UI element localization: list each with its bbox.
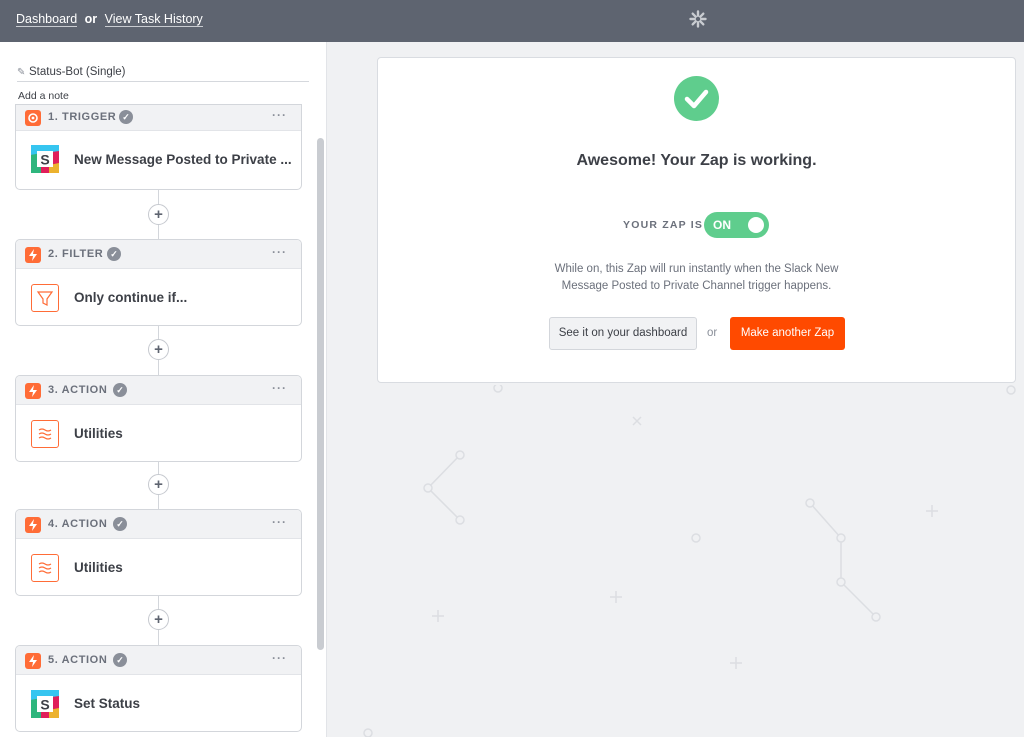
- pencil-icon: ✎: [17, 67, 26, 78]
- add-note-link[interactable]: Add a note: [18, 90, 69, 102]
- zap-on-toggle[interactable]: ON: [704, 212, 769, 238]
- or-text: or: [707, 327, 718, 339]
- zapier-logo-icon[interactable]: [689, 10, 707, 28]
- step-body: S New Message Posted to Private ...: [16, 131, 301, 189]
- add-step-button[interactable]: +: [148, 339, 169, 360]
- step-body: Utilities: [16, 405, 301, 461]
- add-step-button[interactable]: +: [148, 474, 169, 495]
- check-icon: ✓: [113, 383, 127, 397]
- step-title: Set Status: [74, 696, 141, 711]
- check-icon: ✓: [113, 653, 127, 667]
- add-step-button[interactable]: +: [148, 609, 169, 630]
- svg-text:S: S: [40, 152, 49, 168]
- zap-status-label: YOUR ZAP IS: [623, 219, 704, 231]
- step-header: 5. ACTION ✓ ···: [16, 646, 301, 675]
- add-step-button[interactable]: +: [148, 204, 169, 225]
- step-header: 2. FILTER ✓ ···: [16, 240, 301, 269]
- trigger-icon: [25, 110, 41, 126]
- step-card-action-3[interactable]: 3. ACTION ✓ ··· Utilities: [15, 375, 302, 462]
- more-options-icon[interactable]: ···: [272, 515, 287, 529]
- check-icon: ✓: [113, 517, 127, 531]
- bolt-icon: [25, 653, 41, 669]
- check-icon: ✓: [107, 247, 121, 261]
- see-dashboard-button[interactable]: See it on your dashboard: [549, 317, 697, 350]
- bolt-icon: [25, 383, 41, 399]
- step-body: Utilities: [16, 539, 301, 595]
- view-task-history-link[interactable]: View Task History: [104, 12, 203, 27]
- top-nav: Dashboard or View Task History: [16, 12, 203, 27]
- bolt-icon: [25, 247, 41, 263]
- step-header: 3. ACTION ✓ ···: [16, 376, 301, 405]
- step-title: Utilities: [74, 560, 123, 575]
- step-label: 2. FILTER: [48, 248, 104, 260]
- bolt-icon: [25, 517, 41, 533]
- step-card-action-4[interactable]: 4. ACTION ✓ ··· Utilities: [15, 509, 302, 596]
- step-title: New Message Posted to Private ...: [74, 152, 292, 167]
- zap-name: Status-Bot (Single): [29, 66, 126, 78]
- step-card-action-5[interactable]: 5. ACTION ✓ ··· S Set Status: [15, 645, 302, 732]
- toggle-knob: [748, 217, 764, 233]
- more-options-icon[interactable]: ···: [272, 651, 287, 665]
- zap-name-field[interactable]: ✎ Status-Bot (Single): [17, 66, 309, 82]
- dashboard-link[interactable]: Dashboard: [16, 12, 78, 27]
- success-check-icon: [674, 76, 719, 121]
- step-header: 4. ACTION ✓ ···: [16, 510, 301, 539]
- slack-icon: S: [31, 145, 59, 173]
- step-header: 1. TRIGGER ✓ ···: [16, 105, 301, 131]
- step-card-filter[interactable]: 2. FILTER ✓ ··· Only continue if...: [15, 239, 302, 326]
- utilities-icon: [31, 420, 59, 448]
- slack-icon: S: [31, 690, 59, 718]
- more-options-icon[interactable]: ···: [272, 381, 287, 395]
- success-card: Awesome! Your Zap is working. YOUR ZAP I…: [377, 57, 1016, 383]
- check-icon: ✓: [119, 110, 133, 124]
- more-options-icon[interactable]: ···: [272, 245, 287, 259]
- step-label: 1. TRIGGER: [48, 111, 117, 123]
- step-label: 3. ACTION: [48, 384, 108, 396]
- step-title: Utilities: [74, 426, 123, 441]
- step-title: Only continue if...: [74, 290, 188, 305]
- or-text: or: [84, 12, 98, 26]
- step-label: 5. ACTION: [48, 654, 108, 666]
- toggle-label: ON: [713, 218, 731, 232]
- step-body: Only continue if...: [16, 269, 301, 325]
- zap-description: While on, this Zap will run instantly wh…: [554, 263, 839, 292]
- make-another-zap-button[interactable]: Make another Zap: [730, 317, 845, 350]
- utilities-icon: [31, 554, 59, 582]
- success-headline: Awesome! Your Zap is working.: [576, 152, 817, 169]
- more-options-icon[interactable]: ···: [272, 108, 287, 122]
- step-label: 4. ACTION: [48, 518, 108, 530]
- zap-editor-sidebar: ✎ Status-Bot (Single) Add a note 1. TRIGG…: [0, 42, 327, 737]
- top-bar: Dashboard or View Task History: [0, 0, 1024, 42]
- sidebar-scrollbar[interactable]: [317, 138, 324, 650]
- step-body: S Set Status: [16, 675, 301, 731]
- background-pattern: [363, 385, 1016, 737]
- filter-icon: [31, 284, 59, 312]
- step-card-trigger[interactable]: 1. TRIGGER ✓ ··· S New Message Posted to…: [15, 104, 302, 190]
- svg-text:S: S: [40, 697, 49, 713]
